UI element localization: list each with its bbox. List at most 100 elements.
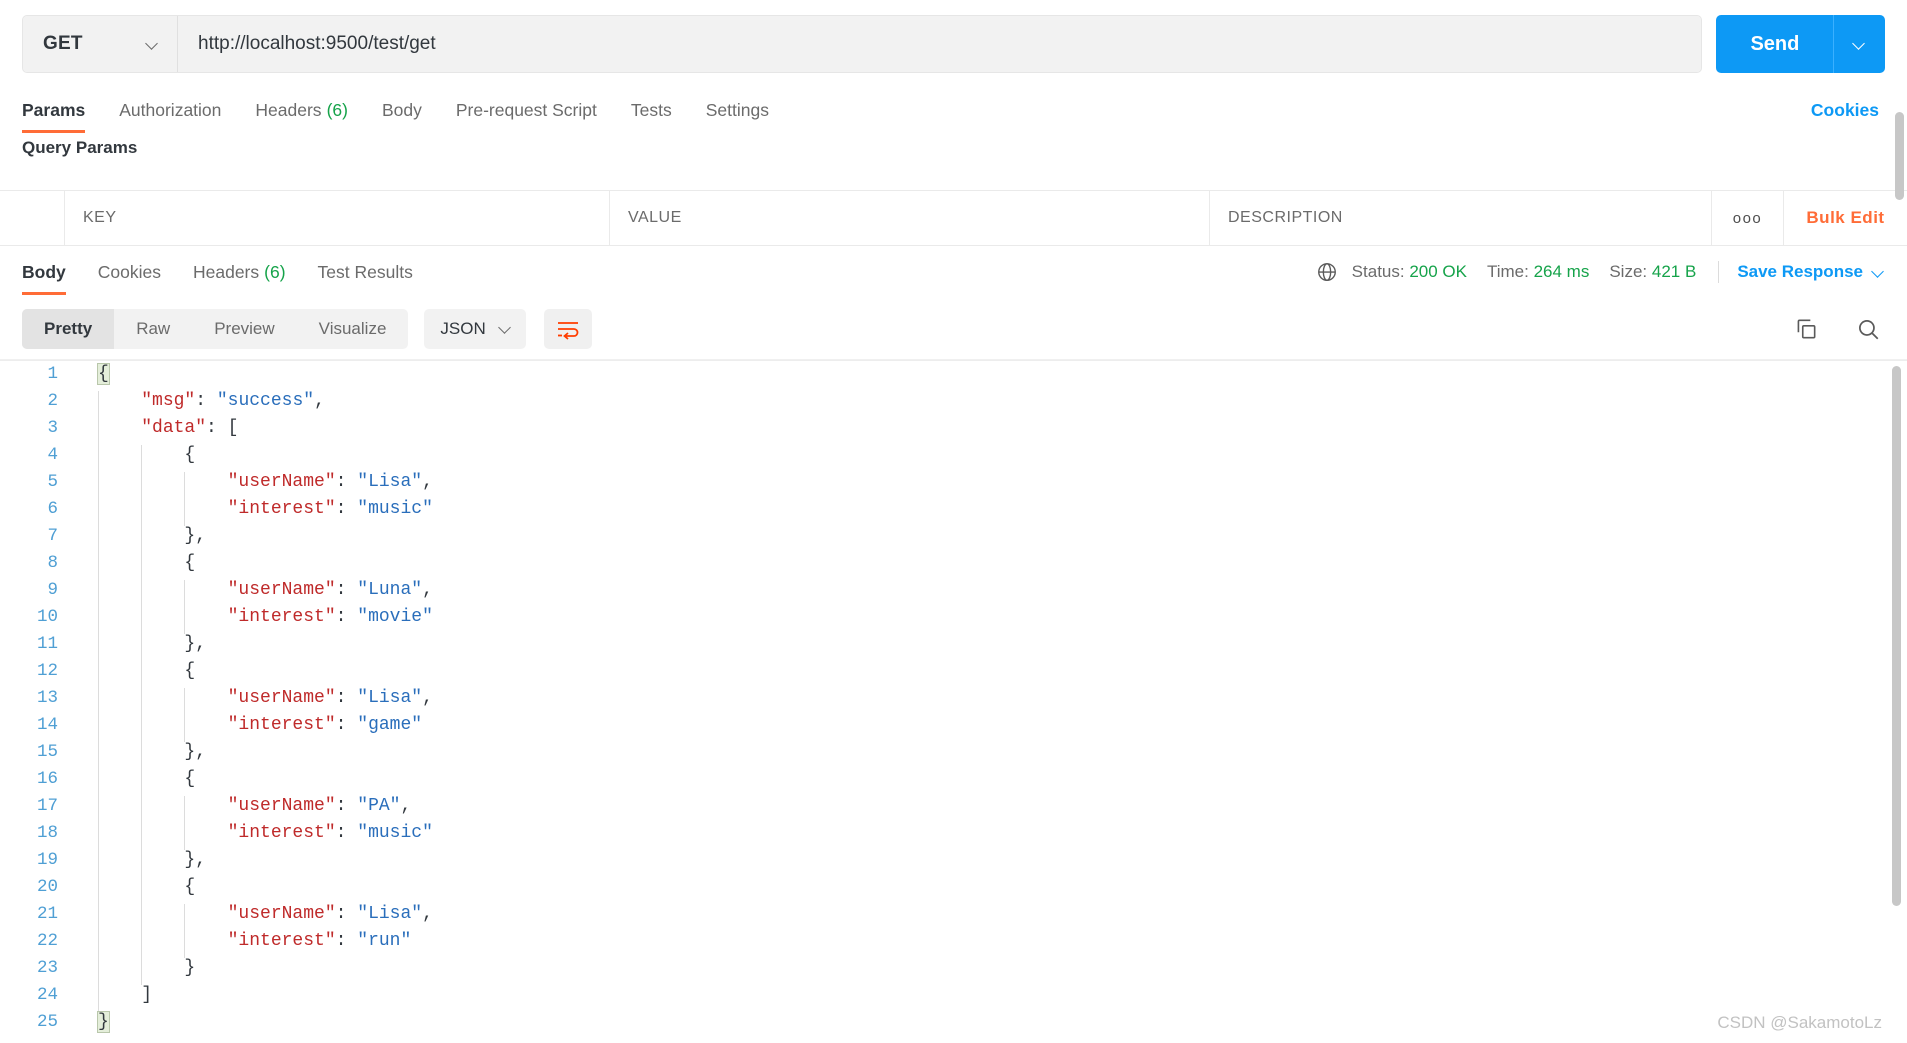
params-more-menu-icon[interactable]: ooo <box>1712 191 1784 245</box>
response-tab-cookies[interactable]: Cookies <box>98 250 161 295</box>
http-method-select[interactable]: GET <box>23 16 178 72</box>
tab-settings[interactable]: Settings <box>706 88 769 133</box>
code-text: { <box>72 660 195 688</box>
line-number: 21 <box>36 903 58 924</box>
response-tab-headers[interactable]: Headers (6) <box>193 250 286 295</box>
tab-tests[interactable]: Tests <box>631 88 672 133</box>
line-number: 10 <box>36 606 58 627</box>
code-scrollbar[interactable] <box>1892 366 1901 906</box>
tab-headers[interactable]: Headers (6) <box>255 88 348 133</box>
query-params-title: Query Params <box>22 138 138 157</box>
indent-guide <box>141 444 142 472</box>
tab-pre-request-script[interactable]: Pre-request Script <box>456 88 597 133</box>
code-text: } <box>72 957 195 985</box>
code-text: "interest": "game" <box>72 714 422 742</box>
code-text: "userName": "PA", <box>72 795 411 823</box>
line-number: 14 <box>36 714 58 735</box>
tab-params[interactable]: Params <box>22 88 86 133</box>
response-format-label: JSON <box>440 318 486 338</box>
line-number: 15 <box>36 741 58 762</box>
code-line: 14 "interest": "game" <box>0 711 1907 742</box>
view-mode-visualize[interactable]: Visualize <box>297 309 409 349</box>
params-column-key: KEY <box>65 191 610 245</box>
indent-guide <box>184 714 185 742</box>
response-tab-body[interactable]: Body <box>22 250 66 295</box>
view-mode-preview[interactable]: Preview <box>192 309 296 349</box>
indent-guide <box>184 930 185 958</box>
line-number: 5 <box>47 471 58 492</box>
code-line: 16 { <box>0 765 1907 796</box>
indent-guide <box>141 606 142 634</box>
send-button-group: Send <box>1716 15 1885 73</box>
tab-label: Headers <box>192 261 260 282</box>
indent-guide <box>141 930 142 958</box>
line-number: 20 <box>36 876 58 897</box>
params-scrollbar[interactable] <box>1895 112 1904 200</box>
indent-guide <box>141 957 142 985</box>
indent-guide <box>98 768 99 796</box>
response-tab-test-results[interactable]: Test Results <box>318 250 413 295</box>
bulk-edit-button[interactable]: Bulk Edit <box>1784 191 1907 245</box>
indent-guide <box>98 417 99 445</box>
indent-guide <box>98 633 99 661</box>
indent-guide <box>98 687 99 715</box>
code-text: { <box>72 444 195 472</box>
line-number: 13 <box>36 687 58 708</box>
code-line: 2 "msg": "success", <box>0 387 1907 418</box>
view-mode-segmented-control: Pretty Raw Preview Visualize <box>22 308 409 349</box>
size-text: Size: <box>1609 262 1648 281</box>
word-wrap-toggle[interactable] <box>544 308 593 349</box>
size-label: Size: 421 B <box>1609 262 1696 282</box>
indent-guide <box>141 552 142 580</box>
request-url-input[interactable] <box>178 16 1702 72</box>
indent-guide <box>98 984 99 1012</box>
code-line: 12 { <box>0 657 1907 688</box>
indent-guide <box>98 525 99 553</box>
indent-guide <box>98 876 99 904</box>
query-params-table-header: KEY VALUE DESCRIPTION ooo Bulk Edit <box>0 190 1907 246</box>
tab-label: Tests <box>630 100 672 120</box>
indent-guide <box>141 903 142 931</box>
code-text: "userName": "Lisa", <box>72 903 433 931</box>
code-text: { <box>97 362 110 385</box>
response-format-select[interactable]: JSON <box>424 308 527 349</box>
indent-guide <box>184 903 185 931</box>
send-button[interactable]: Send <box>1716 15 1834 73</box>
tab-body[interactable]: Body <box>382 88 422 133</box>
save-response-button[interactable]: Save Response <box>1737 262 1885 282</box>
globe-icon <box>1317 263 1336 281</box>
code-text: "interest": "music" <box>72 498 433 526</box>
line-number: 2 <box>47 390 58 411</box>
view-mode-raw[interactable]: Raw <box>114 309 192 349</box>
tab-label: Body <box>381 100 422 120</box>
tab-label: Pre-request Script <box>455 100 597 120</box>
tab-authorization[interactable]: Authorization <box>119 88 221 133</box>
line-number: 7 <box>47 525 58 546</box>
chevron-down-icon <box>499 322 512 335</box>
indent-guide <box>141 633 142 661</box>
tab-label: Body <box>22 261 66 282</box>
code-line: 5 "userName": "Lisa", <box>0 468 1907 499</box>
params-select-all-cell[interactable] <box>0 191 65 245</box>
indent-guide <box>141 525 142 553</box>
line-number: 8 <box>47 552 58 573</box>
code-text: "data": [ <box>72 417 238 445</box>
code-line: 8 { <box>0 549 1907 580</box>
send-options-dropdown[interactable] <box>1833 15 1885 73</box>
response-body-code[interactable]: 1{2 "msg": "success", 3 "data": [4 {5 "us… <box>0 360 1907 1043</box>
cookies-link[interactable]: Cookies <box>1811 88 1879 133</box>
copy-button[interactable] <box>1793 316 1819 342</box>
code-text: ] <box>72 984 152 1012</box>
line-number: 23 <box>36 957 58 978</box>
view-mode-pretty[interactable]: Pretty <box>22 308 115 349</box>
line-number: 12 <box>36 660 58 681</box>
url-input-group: GET <box>22 15 1703 73</box>
copy-icon <box>1797 319 1816 339</box>
tab-count: (6) <box>326 100 348 120</box>
request-url-bar: GET Send <box>0 0 1907 88</box>
search-button[interactable] <box>1855 316 1881 342</box>
indent-guide <box>98 930 99 958</box>
response-view-toolbar: Pretty Raw Preview Visualize JSON <box>0 298 1907 360</box>
request-tabs: Params Authorization Headers (6) Body Pr… <box>0 88 1907 133</box>
indent-guide <box>98 903 99 931</box>
